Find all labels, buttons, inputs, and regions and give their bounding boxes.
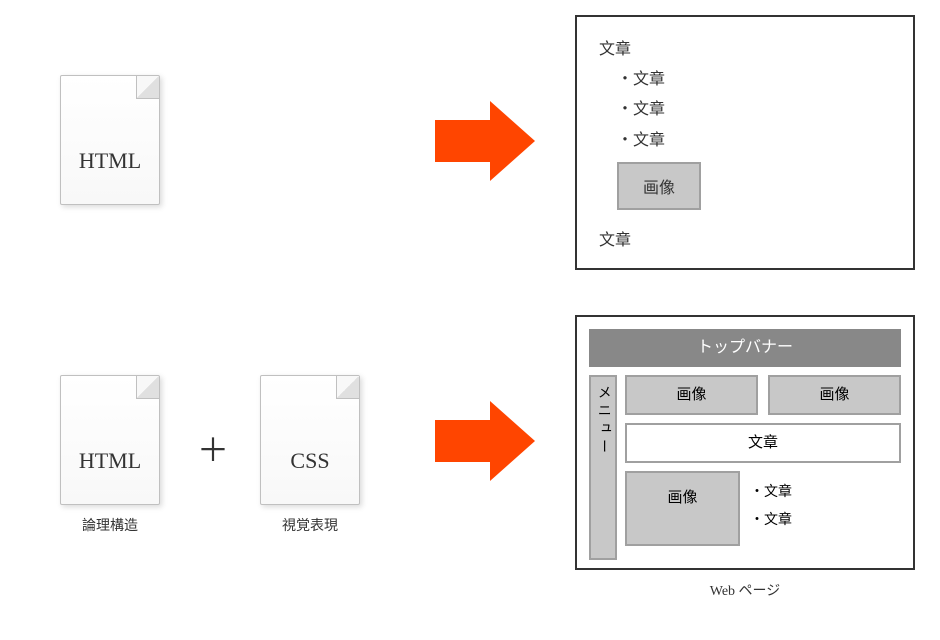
bullet-item: ・文章 bbox=[617, 95, 891, 125]
main-content: 画像 画像 文章 画像 ・文章 ・文章 bbox=[625, 375, 901, 560]
bullet-list: ・文章 ・文章 bbox=[750, 471, 901, 546]
image-box: 画像 bbox=[768, 375, 901, 415]
row-html-only: HTML 文章 ・文章 ・文章 ・文章 画像 文章 bbox=[0, 0, 940, 280]
bullet-item: ・文章 bbox=[750, 479, 901, 507]
bullet-item: ・文章 bbox=[617, 65, 891, 95]
html-output-plain: 文章 ・文章 ・文章 ・文章 画像 文章 bbox=[575, 15, 915, 270]
row-html-css: HTML 論理構造 ＋ CSS 視覚表現 トップバナー メニュー 画像 画像 文… bbox=[0, 280, 940, 640]
html-css-output-styled: トップバナー メニュー 画像 画像 文章 画像 ・文章 ・文章 bbox=[575, 315, 915, 570]
html-file-icon: HTML bbox=[60, 75, 160, 205]
bullet-item: ・文章 bbox=[617, 126, 891, 156]
bullet-item: ・文章 bbox=[750, 507, 901, 535]
image-box-large: 画像 bbox=[625, 471, 740, 546]
html-file-icon: HTML bbox=[60, 375, 160, 505]
text-top: 文章 bbox=[599, 35, 891, 59]
image-placeholder: 画像 bbox=[617, 162, 701, 210]
text-bottom: 文章 bbox=[599, 226, 891, 250]
caption-css: 視覚表現 bbox=[260, 515, 360, 535]
plus-icon: ＋ bbox=[197, 425, 229, 471]
file-label-html: HTML bbox=[61, 148, 159, 174]
text-box: 文章 bbox=[625, 423, 901, 463]
caption-html: 論理構造 bbox=[60, 515, 160, 535]
css-file-icon: CSS bbox=[260, 375, 360, 505]
top-banner: トップバナー bbox=[589, 329, 901, 367]
file-label-css: CSS bbox=[261, 448, 359, 474]
file-label-html: HTML bbox=[61, 448, 159, 474]
sidebar-menu: メニュー bbox=[589, 375, 617, 560]
image-box: 画像 bbox=[625, 375, 758, 415]
caption-webpage: Web ページ bbox=[575, 580, 915, 600]
